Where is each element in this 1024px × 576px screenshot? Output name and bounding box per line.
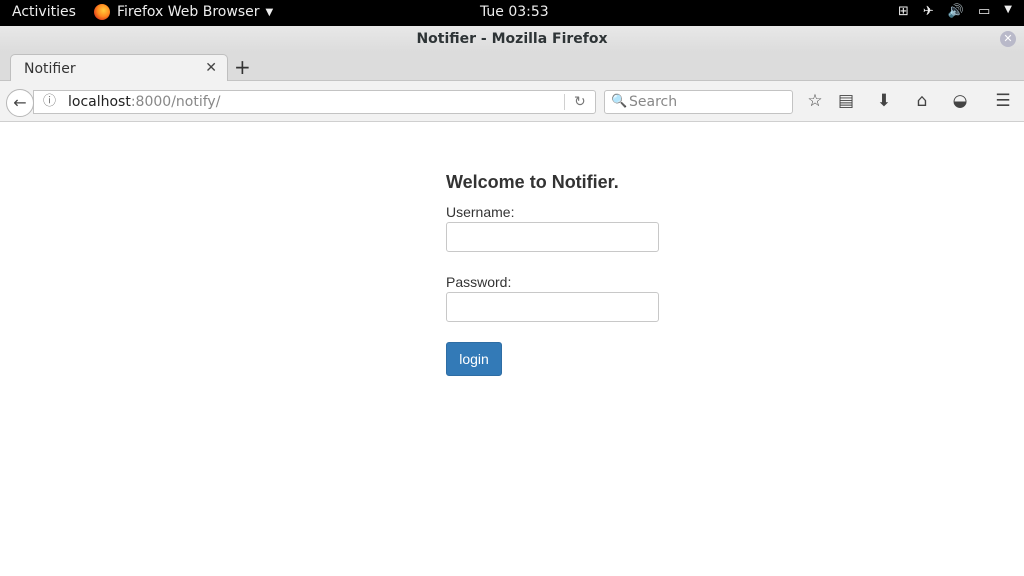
login-button[interactable]: login xyxy=(446,342,502,376)
url-text: localhost:8000/notify/ xyxy=(68,91,220,113)
url-bar[interactable]: ⓘ localhost:8000/notify/ ↻ xyxy=(33,90,596,114)
password-field[interactable] xyxy=(446,292,659,322)
url-host: localhost xyxy=(68,94,131,110)
info-icon[interactable]: ⓘ xyxy=(43,91,56,113)
download-icon[interactable]: ⬇ xyxy=(874,91,894,111)
chevron-down-icon: ▼ xyxy=(1004,4,1012,15)
bookmark-star-icon[interactable]: ☆ xyxy=(805,91,825,111)
app-menu-label: Firefox Web Browser xyxy=(117,4,260,20)
battery-icon: ▭ xyxy=(978,4,991,19)
window-close-button[interactable]: ✕ xyxy=(1000,31,1016,47)
search-placeholder: Search xyxy=(629,94,678,110)
back-button[interactable]: ← xyxy=(6,89,34,117)
username-label: Username: xyxy=(446,204,515,220)
home-icon[interactable]: ⌂ xyxy=(912,91,932,111)
hamburger-menu-icon[interactable]: ☰ xyxy=(993,91,1013,111)
url-path: :8000/notify/ xyxy=(130,94,221,110)
new-tab-button[interactable]: + xyxy=(234,55,251,79)
pocket-icon[interactable]: ◒ xyxy=(950,91,970,111)
close-icon[interactable]: ✕ xyxy=(205,60,217,76)
username-field[interactable] xyxy=(446,222,659,252)
page-title: Welcome to Notifier. xyxy=(446,172,619,192)
bookmarks-library-icon[interactable]: ▤ xyxy=(836,91,856,111)
tab-strip: Notifier ✕ + xyxy=(0,52,1024,82)
search-input[interactable]: 🔍 Search xyxy=(604,90,793,114)
network-icon: ⊞ xyxy=(898,4,909,19)
clock[interactable]: Tue 03:53 xyxy=(480,4,549,20)
window-title: Notifier - Mozilla Firefox xyxy=(416,31,608,47)
app-menu[interactable]: Firefox Web Browser ▼ xyxy=(94,4,273,20)
reload-icon[interactable]: ↻ xyxy=(574,91,586,113)
airplane-mode-icon: ✈ xyxy=(922,4,934,19)
chevron-down-icon: ▼ xyxy=(265,6,274,18)
firefox-icon xyxy=(94,4,110,20)
volume-icon: 🔊 xyxy=(947,4,964,19)
page-content: Welcome to Notifier. Username: Password:… xyxy=(0,122,1024,576)
tab-notifier[interactable]: Notifier ✕ xyxy=(10,54,228,82)
system-top-bar: Activities Firefox Web Browser ▼ Tue 03:… xyxy=(0,0,1024,26)
divider xyxy=(564,94,565,110)
password-label: Password: xyxy=(446,274,512,290)
activities-button[interactable]: Activities xyxy=(12,4,76,20)
navigation-toolbar: ⓘ localhost:8000/notify/ ↻ ← 🔍 Search ☆ … xyxy=(0,81,1024,122)
arrow-left-icon: ← xyxy=(13,93,27,112)
search-icon: 🔍 xyxy=(611,94,628,109)
tab-title: Notifier xyxy=(24,61,76,77)
system-tray[interactable]: ⊞ ✈ 🔊 ▭ ▼ xyxy=(898,4,1012,19)
window-titlebar: Notifier - Mozilla Firefox ✕ xyxy=(0,26,1024,52)
